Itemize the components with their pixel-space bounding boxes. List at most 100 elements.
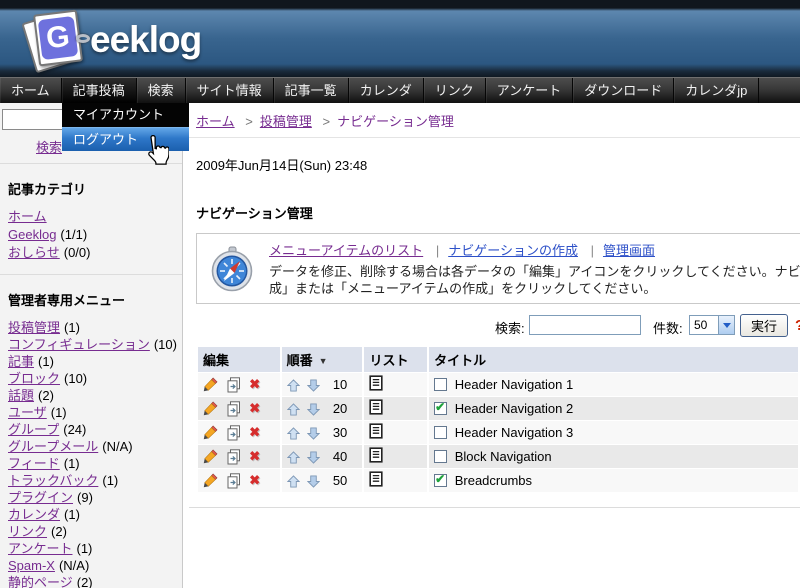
admin-menu-item: カレンダ(1) — [8, 506, 178, 523]
edit-pencil-icon[interactable] — [203, 425, 218, 440]
copy-icon[interactable] — [226, 401, 242, 417]
admin-menu-link[interactable]: 静的ページ — [8, 575, 73, 588]
user-menu-item[interactable]: ログアウト — [62, 127, 189, 151]
help-icon[interactable]: ? — [795, 317, 800, 334]
enable-checkbox[interactable]: ✔ — [434, 402, 447, 415]
table-search-input[interactable] — [529, 315, 641, 335]
move-down-icon[interactable] — [307, 427, 320, 440]
list-icon[interactable] — [369, 375, 383, 391]
nav-item[interactable]: 検索 — [137, 78, 186, 103]
order-value: 20 — [333, 401, 347, 416]
breadcrumb-link[interactable]: 投稿管理 — [260, 114, 312, 129]
nav-item[interactable]: カレンダjp — [674, 78, 759, 103]
table-header-cell[interactable]: リスト — [364, 347, 427, 372]
table-header-cell[interactable]: 順番▼ — [282, 347, 363, 372]
delete-icon[interactable]: ✖ — [249, 473, 260, 488]
admin-help-text-line1: データを修正、削除する場合は各データの「編集」アイコンをクリックしてください。ナ… — [269, 263, 800, 280]
list-icon[interactable] — [369, 423, 383, 439]
admin-menu-link[interactable]: 話題 — [8, 388, 34, 403]
edit-pencil-icon[interactable] — [203, 401, 218, 416]
admin-menu-link[interactable]: トラックバック — [8, 473, 98, 488]
admin-menu-link[interactable]: 投稿管理 — [8, 320, 60, 335]
nav-item[interactable]: アンケート — [486, 78, 573, 103]
admin-menu-count: (10) — [154, 337, 177, 352]
breadcrumb-link[interactable]: ナビゲーション管理 — [337, 114, 454, 129]
nav-item[interactable]: 記事一覧 — [274, 78, 349, 103]
sidebar-heading-categories: 記事カテゴリ — [8, 179, 174, 198]
chevron-down-icon[interactable] — [718, 316, 734, 334]
move-down-icon[interactable] — [307, 403, 320, 416]
admin-menu-count: (2) — [77, 575, 93, 588]
hand-cursor-icon — [141, 135, 169, 167]
title-cell: Block Navigation — [429, 445, 798, 468]
category-link[interactable]: Geeklog — [8, 227, 56, 242]
check-icon: ✔ — [435, 472, 445, 486]
enable-checkbox[interactable] — [434, 450, 447, 463]
table-header-row: 編集 順番▼ リスト タイトル — [198, 347, 798, 372]
table-header-cell[interactable]: 編集 — [198, 347, 280, 372]
copy-icon[interactable] — [226, 449, 242, 465]
admin-menu-link[interactable]: アンケート — [8, 541, 72, 556]
admin-menu-link[interactable]: リンク — [8, 524, 47, 539]
admin-menu-link[interactable]: プラグイン — [8, 490, 73, 505]
order-cell: 50 — [282, 469, 363, 492]
list-icon[interactable] — [369, 471, 383, 487]
delete-icon[interactable]: ✖ — [249, 401, 260, 416]
delete-icon[interactable]: ✖ — [249, 449, 260, 464]
admin-menu-link[interactable]: グループ — [8, 422, 59, 437]
edit-pencil-icon[interactable] — [203, 449, 218, 464]
category-link[interactable]: おしらせ — [8, 245, 60, 260]
move-up-icon[interactable] — [287, 403, 300, 416]
enable-checkbox[interactable] — [434, 426, 447, 439]
admin-menu-count: (24) — [63, 422, 86, 437]
admin-menu-link[interactable]: ブロック — [8, 371, 60, 386]
move-up-icon[interactable] — [287, 379, 300, 392]
geeklog-logo[interactable]: G eeklog — [28, 10, 201, 70]
admin-menu-count: (1) — [38, 354, 54, 369]
delete-icon[interactable]: ✖ — [249, 377, 260, 392]
submit-button[interactable]: 実行 — [740, 314, 788, 337]
move-down-icon[interactable] — [307, 379, 320, 392]
copy-icon[interactable] — [226, 425, 242, 441]
table-header-cell[interactable]: タイトル — [429, 347, 798, 372]
breadcrumb-link[interactable]: ホーム — [196, 114, 235, 129]
move-down-icon[interactable] — [307, 475, 320, 488]
category-item: Geeklog(1/1) — [8, 226, 178, 244]
nav-item[interactable]: ダウンロード — [573, 78, 674, 103]
admin-action-link[interactable]: メニューアイテムのリスト — [269, 243, 423, 258]
admin-action-link[interactable]: 管理画面 — [603, 243, 655, 258]
admin-menu-link[interactable]: 記事 — [8, 354, 34, 369]
nav-item[interactable]: リンク — [424, 78, 486, 103]
enable-checkbox[interactable]: ✔ — [434, 474, 447, 487]
table-row: ✖ 10 — [198, 373, 798, 396]
copy-icon[interactable] — [226, 473, 242, 489]
admin-menu-link[interactable]: コンフィギュレーション — [8, 337, 150, 352]
admin-menu-link[interactable]: フィード — [8, 456, 60, 471]
nav-item[interactable]: カレンダ — [349, 78, 424, 103]
count-select[interactable]: 50 — [689, 315, 735, 335]
move-up-icon[interactable] — [287, 451, 300, 464]
admin-menu-link[interactable]: カレンダ — [8, 507, 60, 522]
edit-pencil-icon[interactable] — [203, 377, 218, 392]
nav-item[interactable]: サイト情報 — [186, 78, 274, 103]
nav-item[interactable]: 記事投稿 — [62, 78, 137, 103]
copy-icon[interactable] — [226, 377, 242, 393]
admin-menu-link[interactable]: グループメール — [8, 439, 98, 454]
nav-item[interactable]: ホーム — [0, 78, 62, 103]
admin-menu-link[interactable]: ユーザ — [8, 405, 47, 420]
list-icon[interactable] — [369, 399, 383, 415]
category-link[interactable]: ホーム — [8, 209, 47, 224]
move-up-icon[interactable] — [287, 427, 300, 440]
edit-cell: ✖ — [198, 421, 280, 444]
list-icon[interactable] — [369, 447, 383, 463]
edit-pencil-icon[interactable] — [203, 473, 218, 488]
admin-action-link[interactable]: ナビゲーションの作成 — [448, 243, 578, 258]
move-down-icon[interactable] — [307, 451, 320, 464]
count-select-value: 50 — [690, 316, 718, 334]
move-up-icon[interactable] — [287, 475, 300, 488]
sidebar-search-submit[interactable]: 検索 — [36, 137, 62, 156]
enable-checkbox[interactable] — [434, 378, 447, 391]
delete-icon[interactable]: ✖ — [249, 425, 260, 440]
admin-menu-link[interactable]: Spam-X — [8, 558, 55, 573]
user-menu-item[interactable]: マイアカウント — [62, 103, 189, 127]
